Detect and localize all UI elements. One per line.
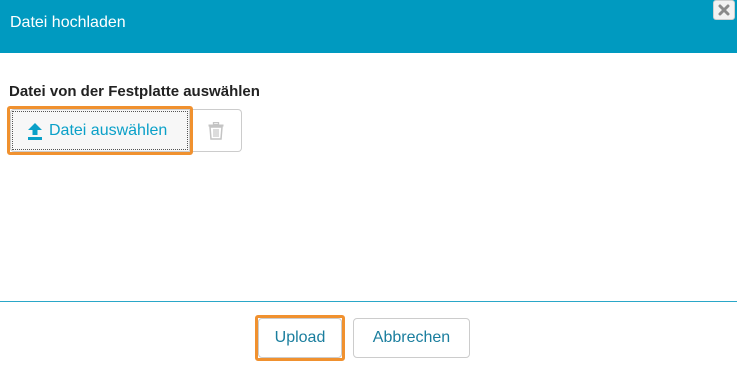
close-button[interactable]	[713, 0, 735, 20]
upload-button-label: Upload	[274, 329, 326, 346]
delete-file-button[interactable]	[190, 109, 242, 152]
cancel-button[interactable]: Abbrechen	[353, 318, 470, 358]
trash-icon	[208, 121, 223, 140]
file-picker-group: Datei auswählen	[7, 106, 242, 155]
cancel-button-label: Abbrechen	[372, 329, 451, 346]
dialog-header: Datei hochladen	[0, 0, 737, 53]
footer-divider	[0, 301, 737, 302]
upload-button[interactable]: Upload	[255, 315, 345, 361]
choose-file-label: Datei auswählen	[49, 121, 168, 139]
section-label: Datei von der Festplatte auswählen	[9, 83, 260, 100]
choose-file-button[interactable]: Datei auswählen	[7, 106, 193, 155]
close-icon	[718, 4, 730, 16]
upload-icon	[28, 122, 42, 140]
upload-dialog: Datei hochladen Datei von der Festplatte…	[0, 0, 737, 369]
dialog-title: Datei hochladen	[10, 14, 126, 31]
